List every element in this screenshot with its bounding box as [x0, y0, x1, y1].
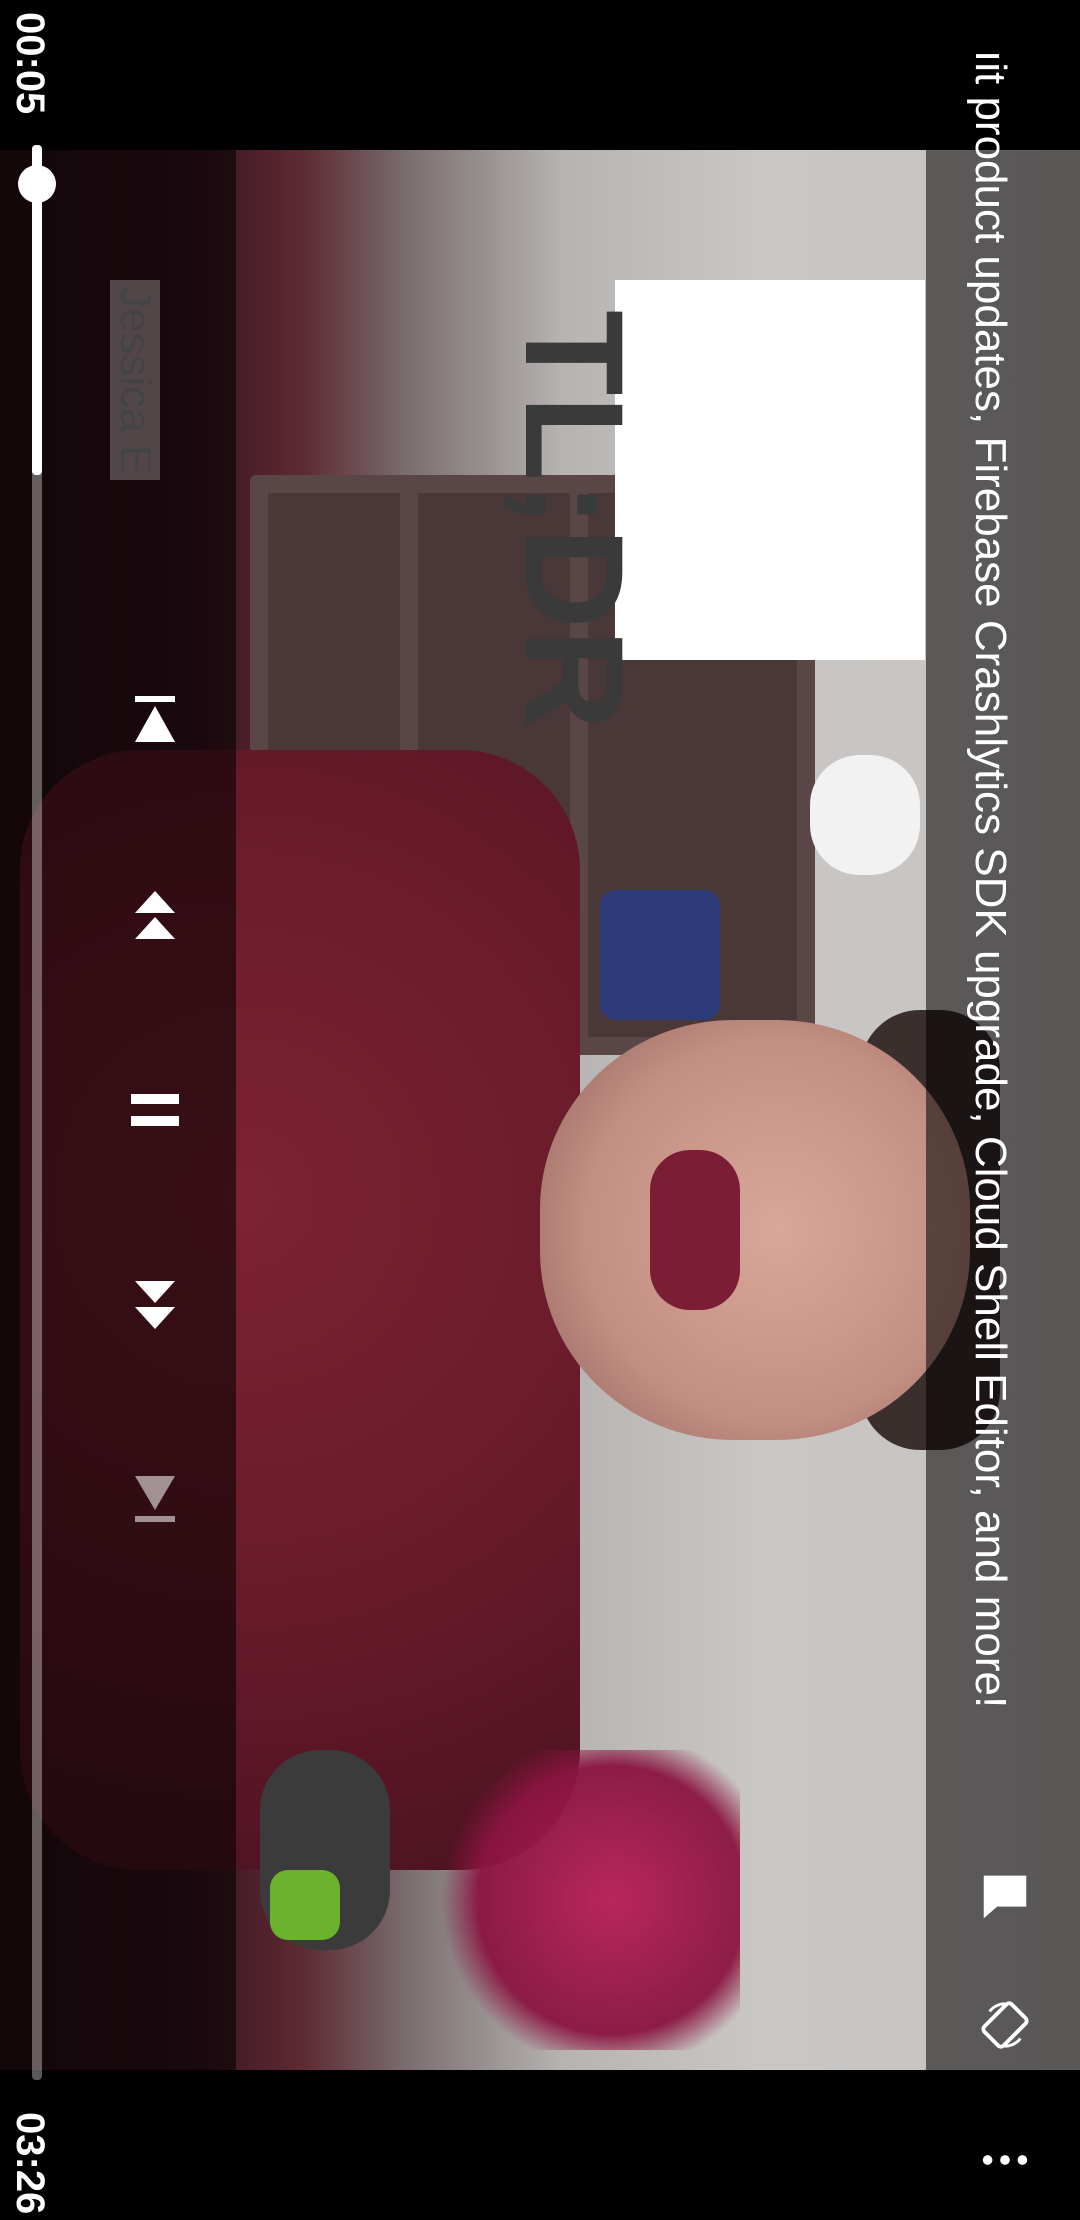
presenter-face: [540, 1020, 970, 1440]
rotate-icon: [981, 2001, 1029, 2049]
captions-button[interactable]: [965, 1855, 1045, 1935]
next-icon: [135, 1476, 175, 1522]
rotate-button[interactable]: [965, 1985, 1045, 2065]
orchid-flowers: [420, 1750, 740, 2050]
mug: [600, 890, 720, 1020]
presenter-mouth: [650, 1150, 740, 1310]
next-button[interactable]: [120, 1465, 190, 1535]
rewind-icon: [135, 891, 175, 939]
more-options-button[interactable]: [965, 2120, 1045, 2200]
rewind-button[interactable]: [120, 880, 190, 950]
progress-thumb[interactable]: [18, 165, 56, 203]
tldr-logo: TL;DR: [496, 280, 925, 730]
video-player[interactable]: TL;DR Jessica E 00:05 03:26 ıit product …: [0, 0, 1080, 2220]
white-pot: [810, 755, 920, 875]
more-options-icon: [982, 2155, 1028, 2165]
pause-icon: [131, 1094, 179, 1126]
previous-icon: [135, 696, 175, 742]
android-figurine: [270, 1870, 340, 1940]
fast-forward-icon: [135, 1281, 175, 1329]
captions-icon: [983, 1875, 1027, 1919]
video-title: ıit product updates, Firebase Crashlytic…: [966, 50, 1015, 1709]
tldr-logo-text: TL;DR: [496, 310, 653, 730]
previous-button[interactable]: [120, 685, 190, 755]
elapsed-time: 00:05: [8, 12, 52, 115]
duration-time: 03:26: [8, 2112, 52, 2215]
lower-third-name: Jessica E: [110, 280, 160, 481]
pause-button[interactable]: [120, 1075, 190, 1145]
fast-forward-button[interactable]: [120, 1270, 190, 1340]
